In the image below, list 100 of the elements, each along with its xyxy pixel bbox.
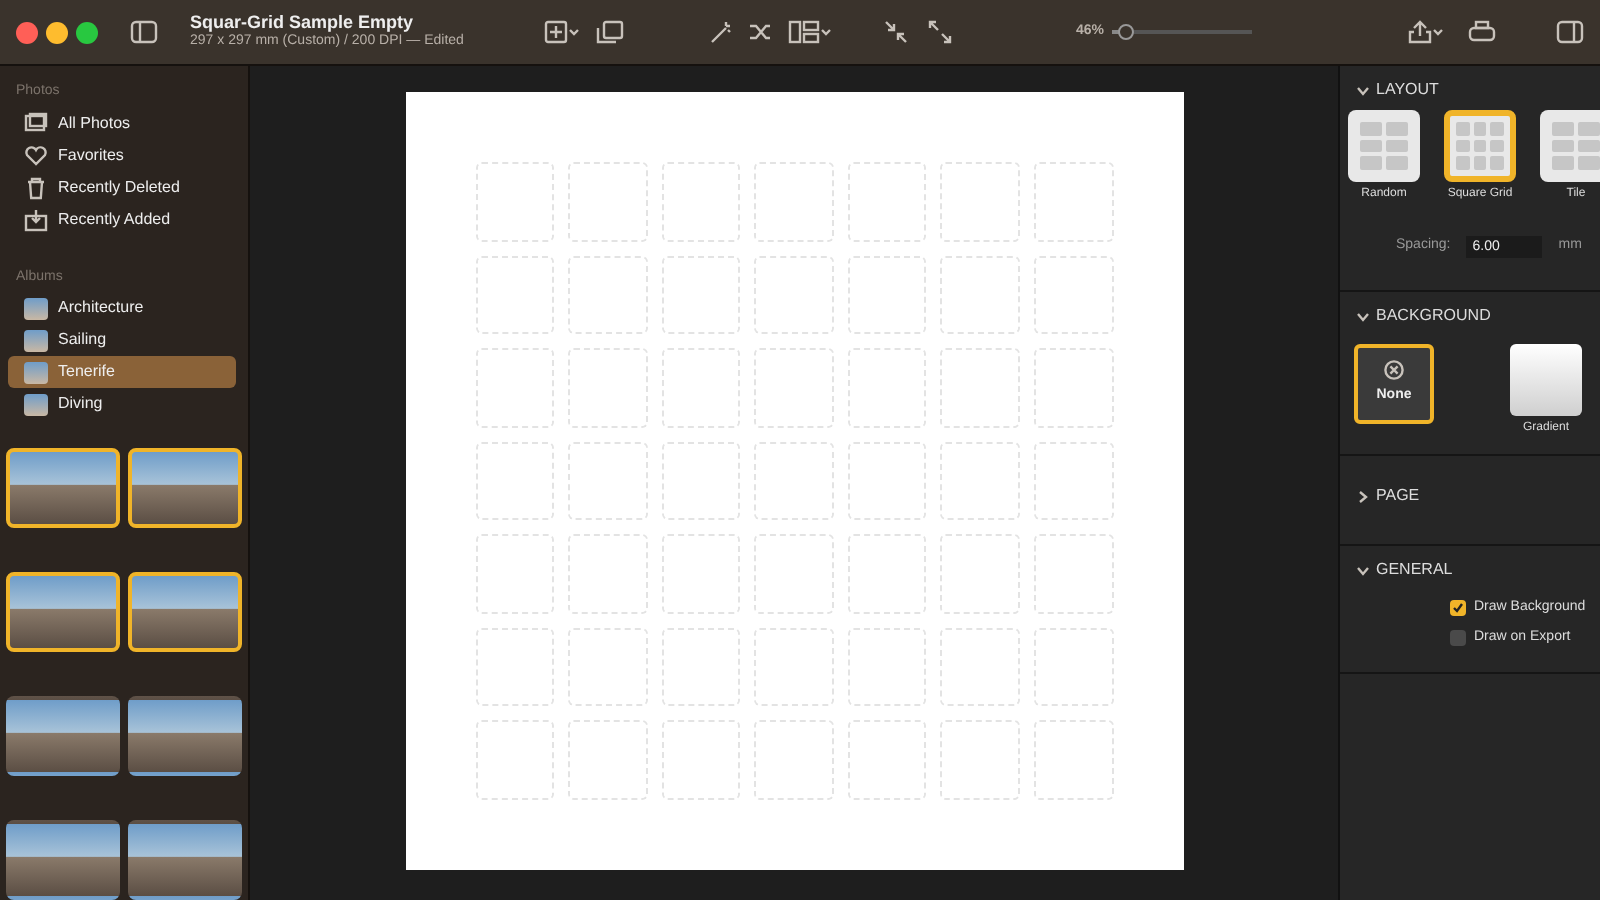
shuffle-icon[interactable] xyxy=(747,20,772,44)
album-thumbnail xyxy=(24,329,48,351)
grid-cell xyxy=(1033,627,1113,707)
sidebar-item[interactable]: Favorites xyxy=(8,139,236,171)
section-title: GENERAL xyxy=(1376,558,1453,582)
sidebar-item[interactable]: Tenerife xyxy=(8,356,236,388)
grid-cell xyxy=(1033,255,1113,335)
grid-cell xyxy=(661,255,741,335)
grid-cell xyxy=(940,441,1020,521)
chevron-down-icon[interactable] xyxy=(1356,563,1370,577)
grid-cell xyxy=(1033,348,1113,428)
expand-arrows-icon[interactable] xyxy=(927,20,952,44)
grid-cell xyxy=(847,627,927,707)
sidebar-item[interactable]: Sailing xyxy=(8,324,236,356)
photo-placeholder[interactable] xyxy=(6,820,120,900)
album-thumbnail xyxy=(24,393,48,415)
grid-cell xyxy=(568,441,648,521)
grid-cell xyxy=(847,441,927,521)
grid-cell xyxy=(1033,162,1113,242)
inspector-toggle-icon[interactable] xyxy=(1556,20,1584,44)
grid-cell xyxy=(847,534,927,614)
heart-icon xyxy=(24,143,48,167)
grid-cell xyxy=(754,627,834,707)
grid-cell xyxy=(661,441,741,521)
photo-placeholder[interactable] xyxy=(6,448,120,528)
grid-cell xyxy=(847,162,927,242)
minimize-button[interactable] xyxy=(46,21,68,43)
grid-cell xyxy=(661,534,741,614)
grid-cell xyxy=(568,720,648,800)
photo-placeholder[interactable] xyxy=(6,572,120,652)
check-icon xyxy=(1452,602,1464,615)
section-title: PAGE xyxy=(1376,484,1420,508)
grid-cell xyxy=(847,348,927,428)
grid-cell xyxy=(568,627,648,707)
chevron-right-icon[interactable] xyxy=(1356,489,1370,503)
trash-icon xyxy=(24,175,48,199)
slider-thumb[interactable] xyxy=(1118,24,1134,40)
photo-placeholder[interactable] xyxy=(128,572,242,652)
grid-cell xyxy=(475,348,555,428)
sidebar-item[interactable]: Recently Deleted xyxy=(8,171,236,203)
grid-cell xyxy=(568,255,648,335)
grid-cell xyxy=(754,441,834,521)
grid-cell xyxy=(568,162,648,242)
checkbox[interactable] xyxy=(1450,600,1466,617)
grid-cell xyxy=(661,348,741,428)
sidebar-item[interactable]: Architecture xyxy=(8,292,236,324)
window-title: Squar-Grid Sample Empty xyxy=(190,14,416,33)
grid-cell xyxy=(661,720,741,800)
sidebar-toggle-icon[interactable] xyxy=(130,20,158,44)
close-button[interactable] xyxy=(16,21,38,43)
sidebar-item[interactable]: All Photos xyxy=(8,107,236,139)
grid-cell xyxy=(475,534,555,614)
grid-cell xyxy=(1033,534,1113,614)
grid-cell xyxy=(940,162,1020,242)
grid-cell xyxy=(568,348,648,428)
grid-cell xyxy=(661,162,741,242)
grid-cell xyxy=(940,348,1020,428)
grid-cell xyxy=(940,255,1020,335)
chevron-down-icon[interactable] xyxy=(1356,83,1370,97)
photos-icon xyxy=(24,111,48,135)
print-icon[interactable] xyxy=(1468,20,1496,44)
grid-cell xyxy=(475,720,555,800)
gradient-swatch[interactable] xyxy=(1510,344,1582,416)
import-icon xyxy=(24,207,48,231)
checkbox[interactable] xyxy=(1450,629,1466,646)
album-thumbnail xyxy=(24,297,48,319)
grid-cell xyxy=(475,162,555,242)
photo-placeholder[interactable] xyxy=(128,696,242,776)
magic-wand-icon[interactable] xyxy=(707,20,732,44)
grid-cell xyxy=(568,534,648,614)
layout-icon[interactable] xyxy=(787,20,832,44)
section-title: BACKGROUND xyxy=(1376,304,1491,328)
album-thumbnail xyxy=(24,361,48,383)
grid-cell xyxy=(754,162,834,242)
grid-cell xyxy=(847,720,927,800)
grid-cell xyxy=(754,720,834,800)
zoom-button[interactable] xyxy=(76,21,98,43)
grid-cell xyxy=(940,534,1020,614)
sidebar-item[interactable]: Diving xyxy=(8,388,236,420)
grid-cell xyxy=(847,255,927,335)
grid-cell xyxy=(1033,441,1113,521)
grid-cell xyxy=(661,627,741,707)
section-title: LAYOUT xyxy=(1376,78,1439,102)
grid-cell xyxy=(475,627,555,707)
collapse-arrows-icon[interactable] xyxy=(883,20,908,44)
close-icon xyxy=(1384,360,1404,381)
share-icon[interactable] xyxy=(1408,20,1444,44)
grid-cell xyxy=(1033,720,1113,800)
photo-placeholder[interactable] xyxy=(128,820,242,900)
grid-cell xyxy=(754,534,834,614)
grid-cell xyxy=(940,720,1020,800)
photo-placeholder[interactable] xyxy=(128,448,242,528)
grid-cell xyxy=(475,441,555,521)
chevron-down-icon[interactable] xyxy=(1356,309,1370,323)
grid-cell xyxy=(754,255,834,335)
grid-cell xyxy=(754,348,834,428)
photo-placeholder[interactable] xyxy=(6,696,120,776)
grid-cell xyxy=(475,255,555,335)
sidebar-item[interactable]: Recently Added xyxy=(8,203,236,235)
grid-cell xyxy=(940,627,1020,707)
